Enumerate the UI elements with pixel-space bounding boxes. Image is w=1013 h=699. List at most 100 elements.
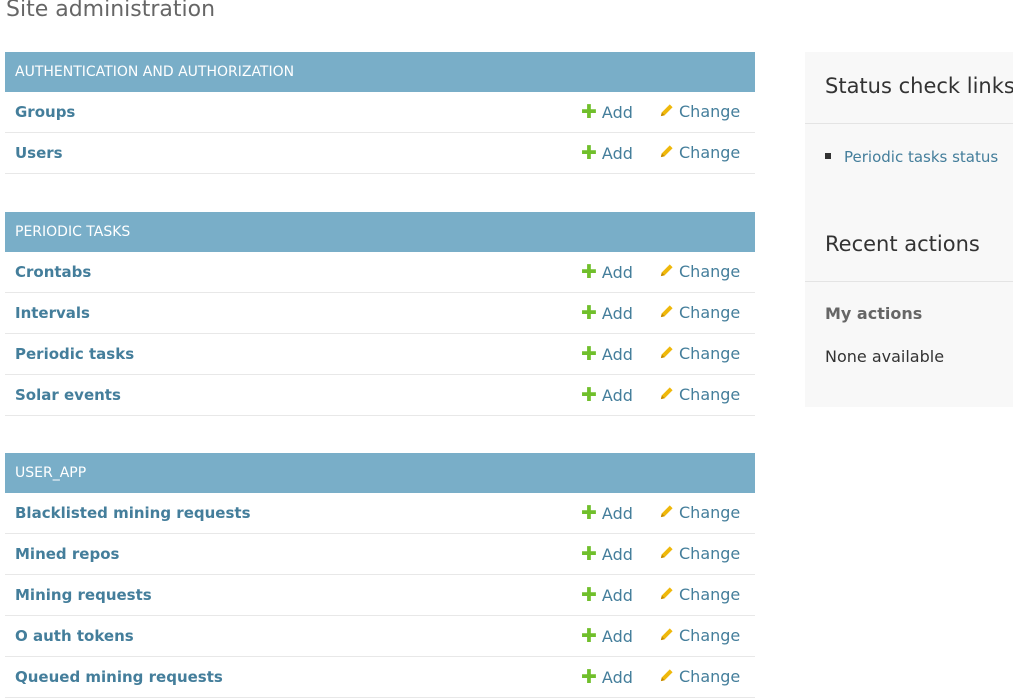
add-button[interactable]: ✚ Add: [581, 133, 633, 174]
change-label: Change: [679, 544, 741, 563]
change-button[interactable]: Change: [659, 92, 740, 133]
plus-icon: ✚: [581, 502, 597, 524]
module-caption[interactable]: AUTHENTICATION AND AUTHORIZATION: [5, 52, 755, 92]
pencil-icon: [659, 253, 674, 293]
module-caption[interactable]: USER_APP: [5, 453, 755, 493]
add-label: Add: [601, 545, 633, 564]
status-check-title: Status check links: [825, 74, 1013, 98]
change-label: Change: [679, 585, 741, 604]
change-button[interactable]: Change: [659, 133, 740, 174]
add-button[interactable]: ✚ Add: [581, 575, 633, 616]
module-auth: AUTHENTICATION AND AUTHORIZATION Groups …: [5, 52, 755, 174]
model-row-mining-requests: Mining requests ✚ Add Change: [5, 575, 755, 616]
change-button[interactable]: Change: [659, 657, 740, 698]
recent-actions-title: Recent actions: [825, 232, 980, 256]
model-link-o-auth-tokens[interactable]: O auth tokens: [15, 616, 134, 656]
add-label: Add: [601, 627, 633, 646]
model-link-users[interactable]: Users: [15, 133, 63, 173]
add-button[interactable]: ✚ Add: [581, 92, 633, 133]
model-link-blacklisted-mining-requests[interactable]: Blacklisted mining requests: [15, 493, 251, 533]
model-row-blacklisted-mining-requests: Blacklisted mining requests ✚ Add Change: [5, 493, 755, 534]
model-link-groups[interactable]: Groups: [15, 92, 75, 132]
pencil-icon: [659, 376, 674, 416]
model-row-queued-mining-requests: Queued mining requests ✚ Add Change: [5, 657, 755, 698]
model-link-mining-requests[interactable]: Mining requests: [15, 575, 152, 615]
add-label: Add: [601, 263, 633, 282]
change-button[interactable]: Change: [659, 534, 740, 575]
change-label: Change: [679, 262, 741, 281]
pencil-icon: [659, 658, 674, 698]
add-button[interactable]: ✚ Add: [581, 657, 633, 698]
periodic-tasks-status-link[interactable]: Periodic tasks status: [844, 148, 998, 166]
add-button[interactable]: ✚ Add: [581, 493, 633, 534]
plus-icon: ✚: [581, 584, 597, 606]
plus-icon: ✚: [581, 343, 597, 365]
model-row-crontabs: Crontabs ✚ Add Change: [5, 252, 755, 293]
change-button[interactable]: Change: [659, 293, 740, 334]
model-row-solar-events: Solar events ✚ Add Change: [5, 375, 755, 416]
add-label: Add: [601, 304, 633, 323]
plus-icon: ✚: [581, 543, 597, 565]
model-link-queued-mining-requests[interactable]: Queued mining requests: [15, 657, 223, 697]
my-actions-title: My actions: [825, 304, 923, 323]
bullet-icon: [825, 153, 831, 159]
change-button[interactable]: Change: [659, 334, 740, 375]
change-button[interactable]: Change: [659, 616, 740, 657]
change-button[interactable]: Change: [659, 252, 740, 293]
model-link-crontabs[interactable]: Crontabs: [15, 252, 91, 292]
add-label: Add: [601, 386, 633, 405]
pencil-icon: [659, 335, 674, 375]
model-row-intervals: Intervals ✚ Add Change: [5, 293, 755, 334]
plus-icon: ✚: [581, 625, 597, 647]
model-link-intervals[interactable]: Intervals: [15, 293, 90, 333]
add-label: Add: [601, 103, 633, 122]
none-available-text: None available: [825, 347, 945, 366]
change-label: Change: [679, 667, 741, 686]
add-label: Add: [601, 144, 633, 163]
change-label: Change: [679, 385, 741, 404]
pencil-icon: [659, 576, 674, 616]
model-link-mined-repos[interactable]: Mined repos: [15, 534, 119, 574]
model-row-groups: Groups ✚ Add Change: [5, 92, 755, 133]
page-title: Site administration: [6, 0, 216, 22]
model-link-periodic-tasks[interactable]: Periodic tasks: [15, 334, 134, 374]
plus-icon: ✚: [581, 384, 597, 406]
plus-icon: ✚: [581, 142, 597, 164]
change-button[interactable]: Change: [659, 493, 740, 534]
status-link-item: Periodic tasks status: [825, 148, 998, 166]
change-label: Change: [679, 503, 741, 522]
change-label: Change: [679, 303, 741, 322]
pencil-icon: [659, 134, 674, 174]
plus-icon: ✚: [581, 302, 597, 324]
add-button[interactable]: ✚ Add: [581, 334, 633, 375]
add-label: Add: [601, 504, 633, 523]
module-user-app: USER_APP Blacklisted mining requests ✚ Ad…: [5, 453, 755, 698]
plus-icon: ✚: [581, 101, 597, 123]
module-caption[interactable]: PERIODIC TASKS: [5, 212, 755, 252]
plus-icon: ✚: [581, 666, 597, 688]
add-button[interactable]: ✚ Add: [581, 616, 633, 657]
plus-icon: ✚: [581, 261, 597, 283]
add-label: Add: [601, 668, 633, 687]
pencil-icon: [659, 617, 674, 657]
pencil-icon: [659, 494, 674, 534]
add-button[interactable]: ✚ Add: [581, 375, 633, 416]
pencil-icon: [659, 93, 674, 133]
change-button[interactable]: Change: [659, 575, 740, 616]
change-label: Change: [679, 143, 741, 162]
pencil-icon: [659, 535, 674, 575]
model-row-users: Users ✚ Add Change: [5, 133, 755, 174]
change-button[interactable]: Change: [659, 375, 740, 416]
add-label: Add: [601, 345, 633, 364]
add-button[interactable]: ✚ Add: [581, 293, 633, 334]
divider: [805, 281, 1013, 282]
model-row-mined-repos: Mined repos ✚ Add Change: [5, 534, 755, 575]
change-label: Change: [679, 626, 741, 645]
change-label: Change: [679, 344, 741, 363]
module-periodic-tasks: PERIODIC TASKS Crontabs ✚ Add Change Inte…: [5, 212, 755, 416]
add-button[interactable]: ✚ Add: [581, 252, 633, 293]
divider: [805, 123, 1013, 124]
model-link-solar-events[interactable]: Solar events: [15, 375, 121, 415]
add-button[interactable]: ✚ Add: [581, 534, 633, 575]
model-row-o-auth-tokens: O auth tokens ✚ Add Change: [5, 616, 755, 657]
